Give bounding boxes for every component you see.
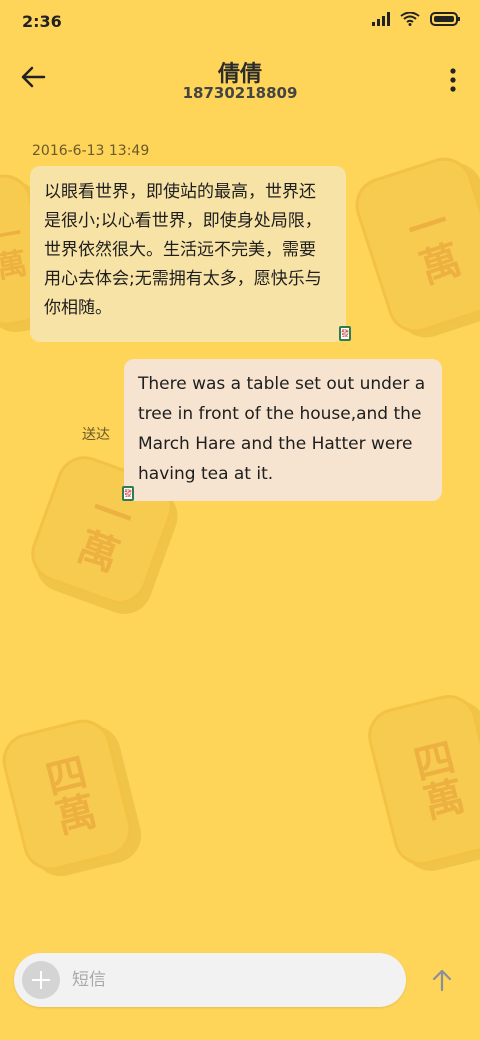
message-input[interactable] xyxy=(72,953,392,1007)
status-icons xyxy=(372,12,460,26)
contact-number: 18730218809 xyxy=(182,84,298,102)
outgoing-message-bubble[interactable]: There was a table set out under a tree i… xyxy=(124,359,442,501)
tile-glyph: 一萬 xyxy=(395,199,466,291)
background-tile: 四萬 xyxy=(362,689,480,871)
status-time: 2:36 xyxy=(22,12,62,31)
message-text: There was a table set out under a tree i… xyxy=(138,374,426,484)
battery-icon xyxy=(430,12,460,26)
incoming-message-bubble[interactable]: 以眼看世界，即使站的最高，世界还是很小;以心看世界，即使身处局限，世界依然很大。… xyxy=(30,166,346,342)
status-bar: 2:36 xyxy=(0,0,480,44)
delivery-status: 送达 xyxy=(82,427,110,443)
background-tile: 四萬 xyxy=(0,713,138,877)
wifi-icon xyxy=(400,12,420,26)
plus-icon[interactable] xyxy=(22,961,60,999)
signal-icon xyxy=(372,12,390,26)
tile-glyph: 四萬 xyxy=(403,735,468,825)
message-timestamp: 2016-6-13 13:49 xyxy=(32,143,150,159)
send-arrow-icon[interactable] xyxy=(428,966,456,994)
message-composer xyxy=(14,953,406,1007)
message-text: 以眼看世界，即使站的最高，世界还是很小;以心看世界，即使身处局限，世界依然很大。… xyxy=(44,182,322,318)
sim-card-icon: 發 xyxy=(339,326,351,341)
sim-card-icon: 發 xyxy=(122,486,134,501)
more-vertical-icon[interactable] xyxy=(448,66,458,94)
background-tile: 一萬 xyxy=(348,150,480,340)
conversation-header: 倩倩 18730218809 xyxy=(0,44,480,114)
tile-glyph: 四萬 xyxy=(35,750,100,840)
